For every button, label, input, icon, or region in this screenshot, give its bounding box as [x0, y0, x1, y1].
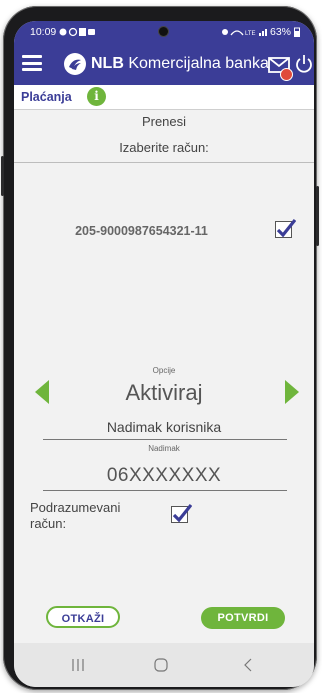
- info-icon[interactable]: i: [87, 87, 106, 106]
- app-bar: NLB Komercijalna banka: [14, 43, 314, 85]
- cancel-button[interactable]: OTKAŽI: [46, 606, 120, 628]
- power-icon[interactable]: [295, 54, 313, 74]
- options-label: Opcije: [152, 366, 176, 375]
- section-header: Plaćanja i: [14, 85, 314, 110]
- status-time: 10:09: [30, 26, 57, 38]
- notification-icons: [59, 27, 96, 37]
- divider: [14, 162, 314, 163]
- default-account-checkbox[interactable]: [171, 504, 192, 523]
- nickname-label: Nadimak: [148, 444, 180, 453]
- svg-text:LTE: LTE: [245, 31, 256, 37]
- form-heading: Prenesi: [141, 114, 187, 129]
- status-bar: 10:09 LTE 63%: [14, 21, 314, 43]
- choose-account-label: Izaberite račun:: [119, 140, 209, 155]
- battery-percent: 63%: [269, 26, 291, 38]
- nickname-input[interactable]: Nadimak korisnika: [14, 419, 314, 435]
- power-side-button: [316, 186, 319, 246]
- section-title: Plaćanja: [21, 90, 72, 104]
- battery-icon: [294, 27, 300, 37]
- arrow-right-icon[interactable]: [285, 380, 299, 404]
- default-account-label: Podrazumevani račun:: [30, 500, 121, 531]
- back-icon[interactable]: [243, 658, 253, 672]
- notification-badge: [280, 68, 293, 81]
- code-underline: [43, 490, 287, 491]
- volume-button: [1, 156, 4, 196]
- home-icon[interactable]: [154, 658, 168, 672]
- account-checkbox[interactable]: [275, 219, 296, 238]
- option-value: Aktiviraj: [125, 380, 203, 405]
- code-input[interactable]: 06XXXXXXX: [14, 465, 314, 487]
- nlb-logo-icon: [64, 53, 86, 75]
- screen: 10:09 LTE 63% NLB Komercijalna banka Pla…: [14, 21, 314, 687]
- brand-name: NLB Komercijalna banka: [91, 55, 269, 72]
- account-number: 205-9000987654321-11: [75, 224, 208, 238]
- confirm-button[interactable]: POTVRDI: [201, 607, 285, 629]
- recent-apps-icon[interactable]: [71, 659, 85, 671]
- signal-icons: LTE: [221, 29, 267, 37]
- transfer-form: Prenesi Izaberite račun: 205-90009876543…: [14, 110, 314, 642]
- system-nav-bar: [14, 643, 314, 687]
- phone-frame: 10:09 LTE 63% NLB Komercijalna banka Pla…: [1, 6, 319, 690]
- nickname-underline: [43, 439, 287, 440]
- hamburger-icon[interactable]: [22, 55, 42, 71]
- front-camera: [159, 27, 168, 36]
